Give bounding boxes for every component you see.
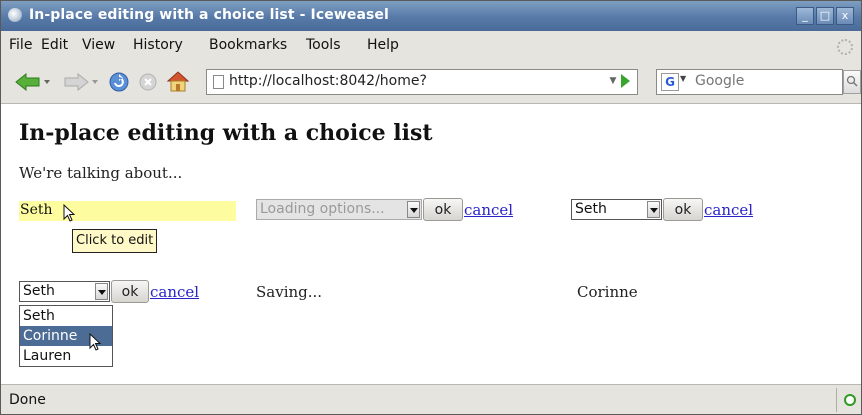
ok-button[interactable]: ok [663, 198, 703, 221]
stop-icon[interactable] [138, 72, 158, 92]
tooltip: Click to edit [72, 229, 158, 253]
editable-field-hover[interactable]: Seth [19, 201, 236, 221]
browser-app-icon [8, 8, 22, 22]
connection-status-icon [844, 394, 856, 406]
menu-history[interactable]: History [133, 37, 183, 53]
select-dropdown-arrow-icon[interactable] [95, 283, 108, 300]
intro-text: We're talking about... [19, 164, 183, 182]
menu-help[interactable]: Help [367, 37, 399, 53]
status-text: Done [9, 392, 46, 408]
editable-value[interactable]: Seth [20, 202, 53, 218]
home-icon[interactable] [166, 70, 190, 92]
url-text[interactable]: http://localhost:8042/home? [229, 73, 427, 89]
cancel-link[interactable]: cancel [464, 201, 513, 219]
status-separator [836, 388, 837, 412]
select-value: Seth [575, 201, 607, 217]
go-arrow-icon[interactable] [621, 74, 630, 88]
search-engine-dropdown-icon[interactable]: ▼ [680, 74, 686, 83]
reload-icon[interactable] [108, 71, 130, 93]
saving-status-text: Saving... [256, 283, 323, 301]
menu-bar: File Edit View History Bookmarks Tools H… [1, 31, 861, 61]
ok-button[interactable]: ok [423, 198, 463, 221]
search-button[interactable] [843, 70, 861, 94]
menu-bookmarks[interactable]: Bookmarks [209, 37, 287, 53]
back-arrow-icon[interactable] [15, 73, 41, 91]
mouse-pointer-icon [63, 204, 76, 222]
browser-window: In-place editing with a choice list - Ic… [0, 0, 862, 415]
address-bar[interactable]: http://localhost:8042/home? ▼ [206, 69, 638, 95]
forward-arrow-icon[interactable] [63, 73, 89, 91]
choice-select-open[interactable]: Seth [19, 281, 110, 302]
forward-history-dropdown-icon[interactable] [91, 78, 99, 86]
cancel-link[interactable]: cancel [150, 283, 199, 301]
menu-tools[interactable]: Tools [306, 37, 341, 53]
page-title: In-place editing with a choice list [19, 120, 433, 146]
search-bar[interactable]: G ▼ [656, 69, 843, 95]
mouse-pointer-icon [89, 333, 102, 351]
page-content: In-place editing with a choice list We'r… [1, 104, 861, 384]
search-input[interactable] [695, 73, 815, 89]
close-button[interactable]: x [836, 7, 854, 25]
window-title: In-place editing with a choice list - Ic… [29, 7, 389, 23]
search-engine-icon[interactable]: G [661, 73, 679, 91]
page-icon [213, 75, 224, 89]
magnifier-icon [846, 75, 858, 87]
select-dropdown-arrow-icon [407, 201, 420, 218]
minimize-button[interactable]: _ [796, 7, 814, 25]
option-seth[interactable]: Seth [20, 306, 112, 326]
back-history-dropdown-icon[interactable] [43, 78, 51, 86]
select-dropdown-arrow-icon[interactable] [647, 201, 660, 218]
throbber-icon [837, 39, 853, 55]
saved-value-text[interactable]: Corinne [577, 283, 638, 301]
cancel-link[interactable]: cancel [704, 201, 753, 219]
menu-edit[interactable]: Edit [41, 37, 68, 53]
ok-button[interactable]: ok [111, 280, 149, 303]
choice-select[interactable]: Seth [571, 199, 662, 220]
loading-select-text: Loading options... [260, 201, 385, 217]
menu-file[interactable]: File [9, 37, 32, 53]
menu-view[interactable]: View [82, 37, 115, 53]
maximize-button[interactable]: □ [816, 7, 834, 25]
title-bar: In-place editing with a choice list - Ic… [1, 1, 861, 31]
select-value: Seth [23, 283, 55, 299]
status-bar: Done [1, 384, 861, 414]
navigation-toolbar: http://localhost:8042/home? ▼ G ▼ [1, 61, 861, 104]
loading-options-select: Loading options... [256, 199, 422, 220]
url-history-dropdown-icon[interactable]: ▼ [607, 72, 619, 90]
